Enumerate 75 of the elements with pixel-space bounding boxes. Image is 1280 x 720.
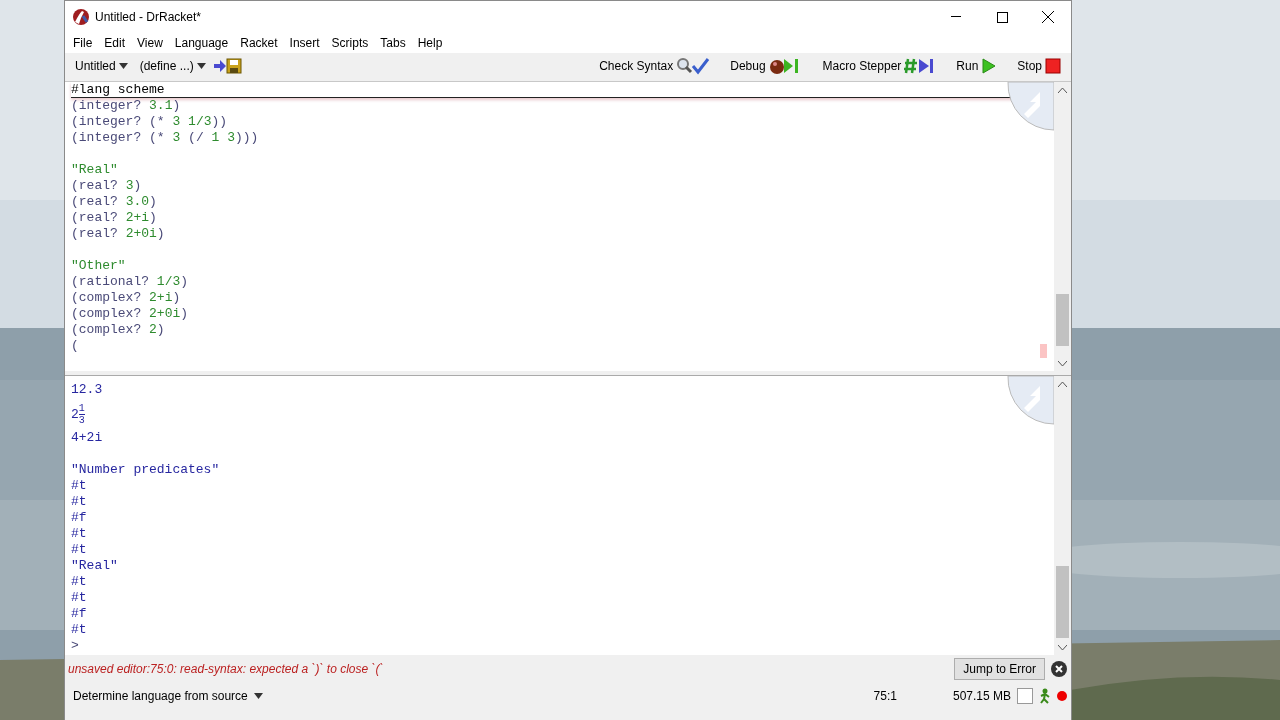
output-line: "Number predicates": [71, 462, 220, 478]
language-dropdown[interactable]: Determine language from source: [73, 689, 263, 703]
status-dot-icon: [1057, 691, 1067, 701]
file-dropdown[interactable]: Untitled: [71, 57, 132, 75]
code-line: (complex? 2+0i): [71, 306, 189, 322]
walking-figure-icon: [1039, 688, 1051, 704]
code-line: (real? 3): [71, 178, 142, 194]
menu-item[interactable]: Scripts: [325, 36, 375, 50]
gc-indicator: [1017, 688, 1033, 704]
maximize-icon: [996, 11, 1008, 23]
menu-item[interactable]: File: [67, 36, 99, 50]
scrollbar-thumb[interactable]: [1056, 566, 1069, 638]
run-button[interactable]: Run: [952, 55, 1002, 77]
code-line: "Other": [71, 258, 126, 274]
magnifier-check-icon: [676, 57, 711, 75]
caret-icon: [118, 63, 128, 69]
fraction-denominator: 3: [78, 414, 85, 426]
output-line: #t: [71, 590, 87, 606]
stop-icon: [1045, 58, 1061, 74]
code-line: (integer? 3.1): [71, 98, 181, 114]
cursor-position: 75:1: [873, 689, 897, 703]
macro-stepper-button[interactable]: Macro Stepper: [818, 55, 941, 77]
code-line: (integer? (* 3 1/3)): [71, 114, 228, 130]
play-icon: [981, 57, 998, 75]
menu-item[interactable]: Racket: [234, 36, 284, 50]
code-line: (real? 3.0): [71, 194, 157, 210]
menu-item[interactable]: View: [131, 36, 169, 50]
output-line: 4+2i: [71, 430, 103, 446]
caret-icon: [253, 693, 263, 699]
output-line: #t: [71, 494, 87, 510]
scroll-up-icon[interactable]: [1058, 87, 1067, 93]
stop-button[interactable]: Stop: [1013, 56, 1065, 76]
memory-usage: 507.15 MB: [952, 689, 1011, 703]
output-line: #t: [71, 622, 87, 638]
output-line: #t: [71, 526, 87, 542]
define-dropdown[interactable]: (define ...): [135, 57, 210, 75]
output-line: #f: [71, 606, 87, 622]
scroll-down-icon[interactable]: [1058, 360, 1067, 366]
check-syntax-button[interactable]: Check Syntax: [595, 55, 715, 77]
window-title: Untitled - DrRacket*: [95, 10, 203, 24]
prompt: >: [71, 638, 79, 654]
output-line: #t: [71, 478, 87, 494]
caret-icon: [196, 63, 206, 69]
code-line: (complex? 2): [71, 322, 165, 338]
error-message: unsaved editor:75:0: read-syntax: expected a `)` to close `(`: [68, 662, 385, 676]
scrollbar-thumb[interactable]: [1056, 294, 1069, 346]
code-line: (integer? (* 3 (/ 1 3))): [71, 130, 259, 146]
output-line: "Real": [71, 558, 118, 574]
output-line: 12.3: [71, 382, 103, 398]
output-line: #f: [71, 510, 87, 526]
code-line: (real? 2+i): [71, 210, 157, 226]
code-line: (real? 2+0i): [71, 226, 165, 242]
jump-to-error-button[interactable]: Jump to Error: [954, 658, 1045, 680]
debug-button[interactable]: Debug: [726, 55, 807, 77]
fraction-whole: 2: [71, 406, 79, 422]
code-line: (: [71, 338, 79, 354]
menu-item[interactable]: Tabs: [374, 36, 412, 50]
scroll-up-icon[interactable]: [1058, 381, 1067, 387]
error-marker: [1040, 344, 1047, 358]
menu-item[interactable]: Help: [411, 36, 449, 50]
fraction-numerator: 1: [78, 402, 85, 415]
scroll-down-icon[interactable]: [1058, 644, 1067, 650]
menu-item[interactable]: Insert: [283, 36, 326, 50]
code-line: "Real": [71, 162, 118, 178]
arrow-save-icon[interactable]: [213, 58, 242, 74]
menu-item[interactable]: Language: [168, 36, 235, 50]
code-line: (rational? 1/3): [71, 274, 189, 290]
app-logo-icon: [73, 9, 89, 25]
code-line: (complex? 2+i): [71, 290, 181, 306]
menu-item[interactable]: Edit: [98, 36, 132, 50]
output-line: #t: [71, 574, 87, 590]
minimize-icon: [951, 16, 961, 18]
close-icon: [1042, 11, 1054, 23]
close-icon[interactable]: [1051, 661, 1067, 677]
output-line: #t: [71, 542, 87, 558]
